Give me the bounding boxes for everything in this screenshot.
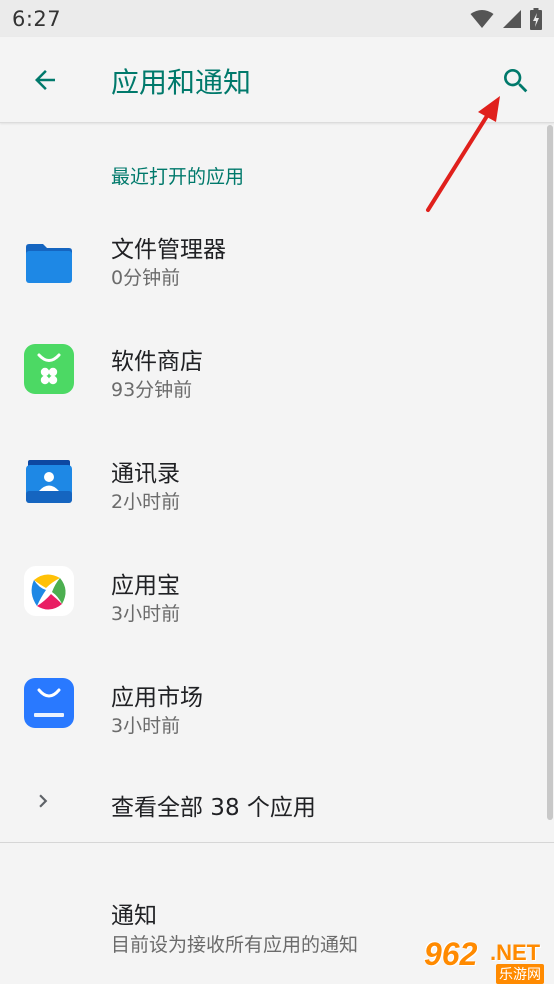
signal-icon (503, 9, 521, 28)
app-name: 通讯录 (111, 461, 180, 487)
status-icons (470, 7, 542, 30)
recent-app-item[interactable]: 通讯录 2小时前 (0, 444, 554, 544)
page-title: 应用和通知 (111, 66, 252, 99)
app-last-used: 2小时前 (111, 491, 181, 513)
divider (0, 842, 554, 843)
watermark-number: 962 (424, 936, 478, 972)
search-icon (504, 69, 528, 93)
search-button[interactable] (494, 59, 538, 103)
recent-app-item[interactable]: 软件商店 93分钟前 (0, 332, 554, 432)
notifications-title: 通知 (111, 903, 157, 929)
status-bar: 6:27 (0, 0, 554, 37)
see-all-label: 查看全部 38 个应用 (111, 795, 316, 821)
chevron-right-icon (39, 794, 48, 808)
see-all-apps-button[interactable]: 查看全部 38 个应用 (0, 770, 554, 834)
folder-icon (26, 244, 72, 283)
notifications-summary: 目前设为接收所有应用的通知 (111, 934, 359, 956)
app-name: 应用宝 (111, 573, 180, 599)
recent-app-item[interactable]: 应用市场 3小时前 (0, 668, 554, 768)
watermark-suffix: .NET (490, 940, 541, 965)
yingyongbao-icon (24, 566, 74, 616)
arrow-back-icon (35, 70, 55, 90)
wifi-icon (470, 9, 494, 28)
app-store-icon (24, 344, 74, 394)
app-bar: 应用和通知 (0, 37, 554, 123)
back-button[interactable] (24, 59, 66, 101)
honor-market-icon (24, 678, 74, 728)
site-watermark: 962 .NET 乐游网 (416, 934, 552, 984)
watermark-text: 乐游网 (496, 964, 544, 984)
app-name: 应用市场 (111, 685, 203, 711)
app-name: 文件管理器 (111, 237, 226, 263)
app-last-used: 3小时前 (111, 603, 181, 625)
app-last-used: 0分钟前 (111, 267, 181, 289)
app-last-used: 93分钟前 (111, 379, 193, 401)
recent-app-item[interactable]: 应用宝 3小时前 (0, 556, 554, 656)
recent-apps-header: 最近打开的应用 (111, 166, 245, 188)
contacts-icon (26, 460, 72, 503)
app-last-used: 3小时前 (111, 715, 181, 737)
status-time: 6:27 (12, 6, 62, 31)
recent-app-item[interactable]: 文件管理器 0分钟前 (0, 220, 554, 320)
app-name: 软件商店 (111, 349, 203, 375)
scrollbar[interactable] (547, 125, 553, 820)
battery-icon (530, 7, 542, 30)
